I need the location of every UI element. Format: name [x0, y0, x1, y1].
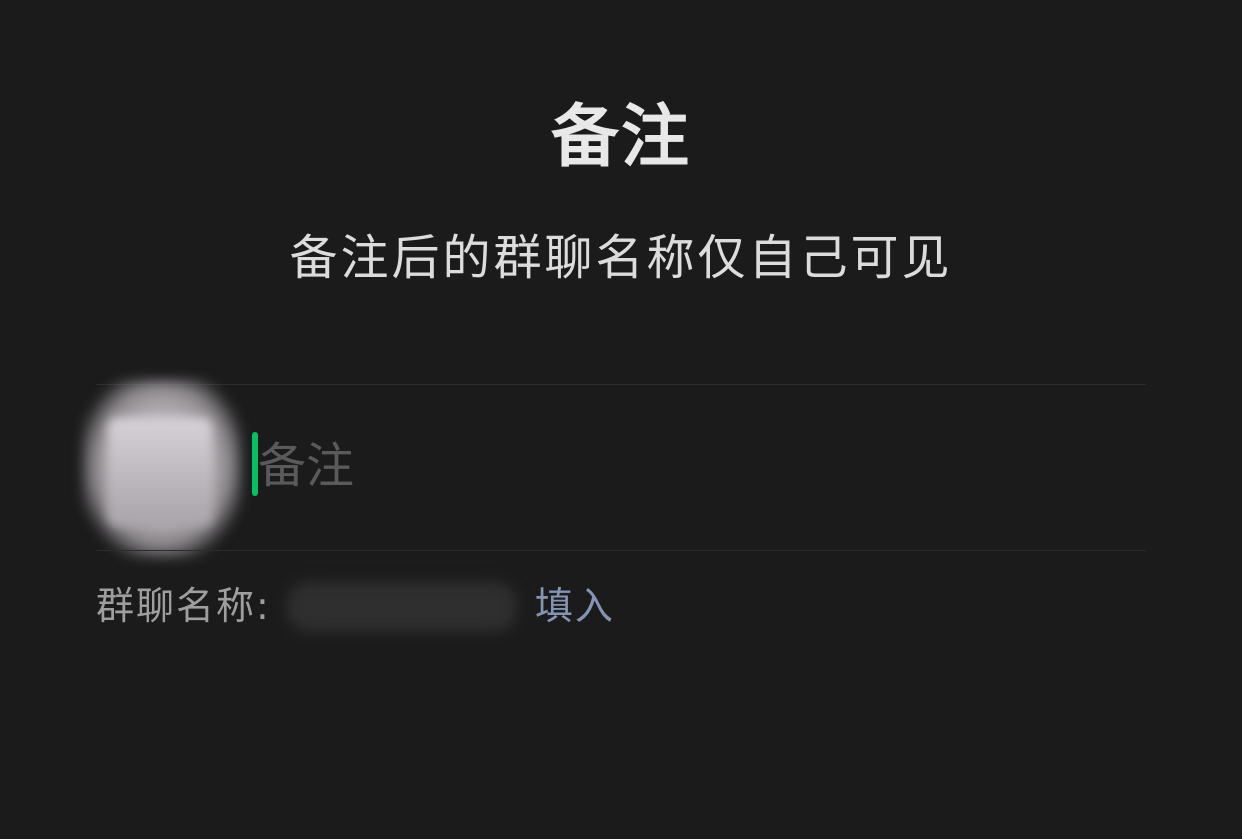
remark-field[interactable]: [250, 430, 1130, 502]
dialog-subtitle: 备注后的群聊名称仅自己可见: [289, 230, 953, 286]
divider-bottom: [96, 550, 1146, 551]
remark-input[interactable]: [258, 430, 1118, 502]
group-avatar-image: [108, 418, 212, 526]
text-caret: [252, 432, 258, 496]
group-name-row: 群聊名称: 填入: [96, 572, 615, 632]
divider-top: [96, 384, 1146, 385]
dialog-title: 备注: [550, 98, 691, 177]
group-name-value-redacted: [286, 582, 517, 632]
fill-in-link[interactable]: 填入: [535, 575, 615, 630]
group-name-label: 群聊名称:: [96, 583, 271, 628]
